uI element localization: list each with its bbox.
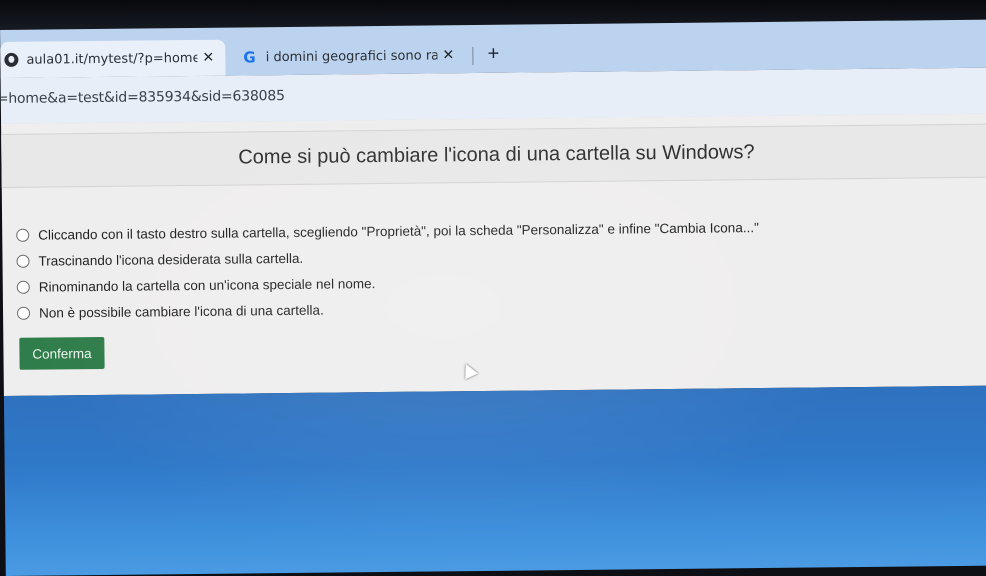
close-icon[interactable]: ✕: [197, 50, 219, 66]
question-header: Come si può cambiare l'icona di una cart…: [1, 123, 986, 188]
tab-title: aula01.it/mytest/?p=home&a=: [26, 50, 198, 68]
url-text[interactable]: =home&a=test&id=835934&sid=638085: [0, 88, 285, 107]
globe-icon: [4, 52, 19, 67]
question-title: Come si può cambiare l'icona di una cart…: [238, 141, 755, 169]
mouse-cursor-icon: [459, 360, 479, 380]
answer-options: Cliccando con il tasto destro sulla cart…: [16, 214, 760, 326]
radio-button[interactable]: [16, 254, 30, 268]
google-g-icon: G: [243, 48, 256, 67]
tab-google-search[interactable]: G i domini geografici sono rappre ✕: [235, 37, 465, 75]
desktop-background: [3, 385, 986, 576]
close-icon[interactable]: ✕: [437, 47, 459, 63]
tab-title: i domini geografici sono rappre: [265, 47, 438, 65]
radio-button[interactable]: [16, 306, 31, 320]
new-tab-button[interactable]: +: [481, 39, 505, 69]
screen: aula01.it/mytest/?p=home&a= ✕ G i domini…: [0, 12, 986, 576]
quiz-page: Come si può cambiare l'icona di una cart…: [1, 113, 986, 396]
radio-button[interactable]: [16, 228, 30, 242]
tab-aula01[interactable]: aula01.it/mytest/?p=home&a= ✕: [0, 39, 226, 78]
option-label[interactable]: Cliccando con il tasto destro sulla cart…: [38, 220, 759, 243]
option-label[interactable]: Rinominando la cartella con un'icona spe…: [39, 276, 376, 295]
radio-button[interactable]: [16, 280, 30, 294]
option-label[interactable]: Non è possibile cambiare l'icona di una …: [39, 302, 324, 320]
confirm-button[interactable]: Conferma: [19, 336, 105, 370]
option-label[interactable]: Trascinando l'icona desiderata sulla car…: [38, 250, 303, 268]
tab-divider: [472, 47, 474, 66]
